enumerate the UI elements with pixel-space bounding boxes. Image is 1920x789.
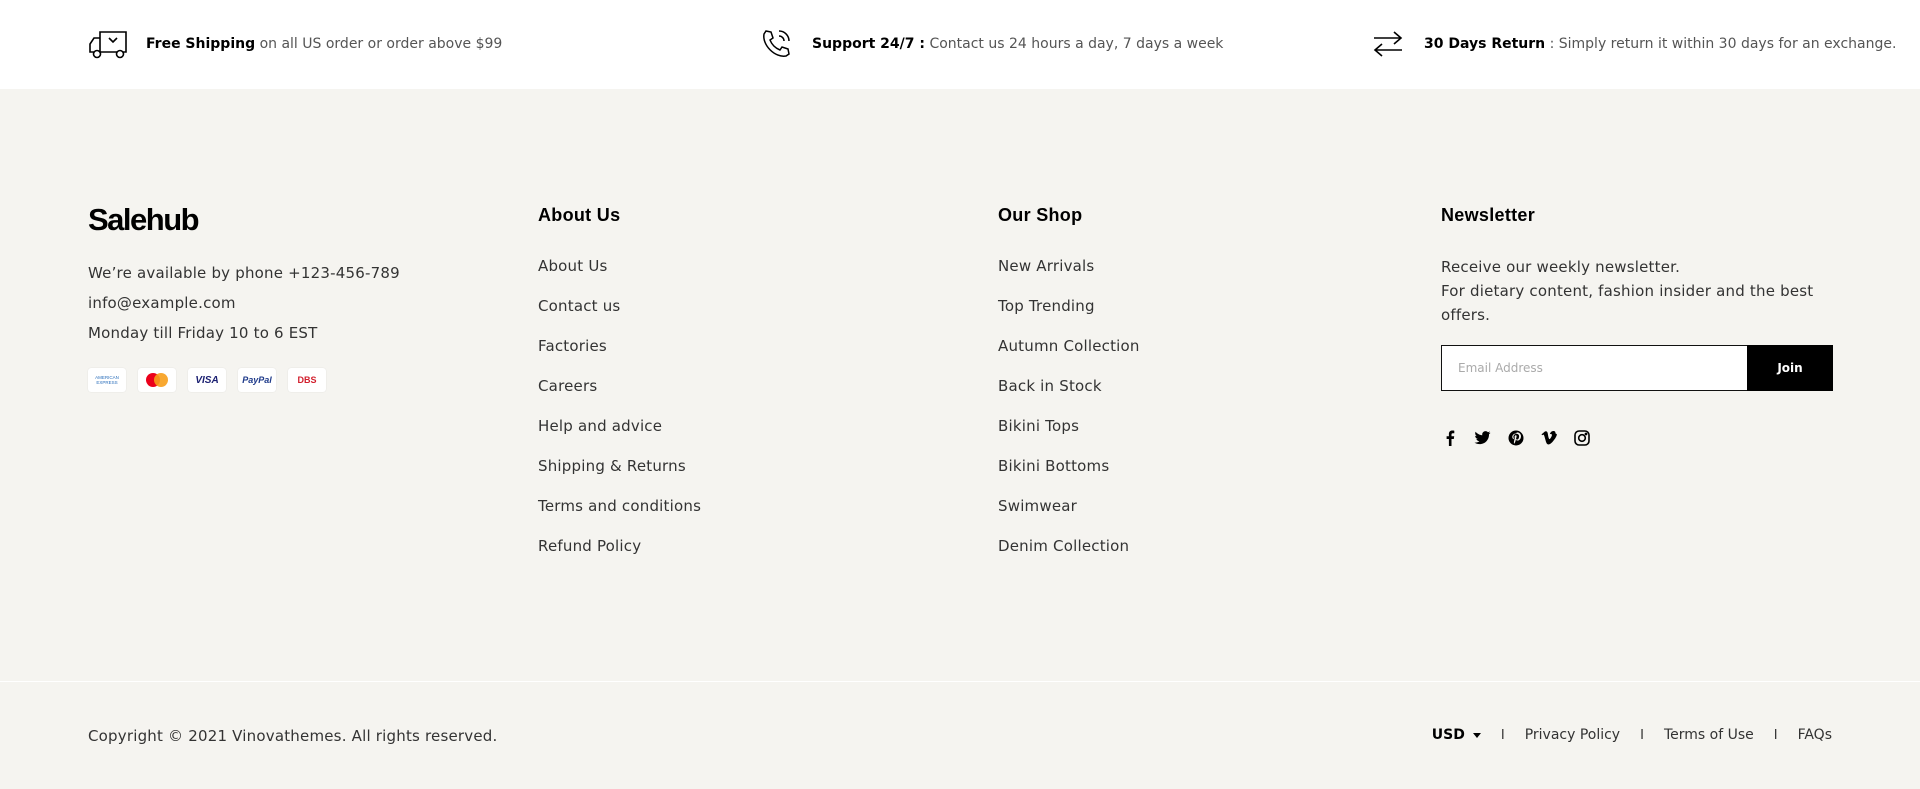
- brand-email[interactable]: info@example.com: [88, 288, 488, 318]
- link-text[interactable]: Terms and conditions: [538, 497, 701, 515]
- brand-phone: We’re available by phone +123-456-789: [88, 264, 400, 282]
- faqs-link[interactable]: FAQs: [1798, 727, 1832, 743]
- footer-bottom-bar: Copyright © 2021 Vinovathemes. All right…: [0, 681, 1920, 789]
- email-field[interactable]: [1441, 345, 1747, 391]
- footer-link-bikini-bottoms[interactable]: Bikini Bottoms: [998, 457, 1140, 497]
- separator: I: [1640, 727, 1644, 743]
- return-arrows-icon: [1366, 26, 1410, 62]
- features-bar: Free Shipping on all US order or order a…: [0, 0, 1920, 89]
- amex-label: AMERICAN EXPRESS: [95, 375, 119, 385]
- about-links: About Us Contact us Factories Careers He…: [538, 257, 701, 577]
- join-button[interactable]: Join: [1747, 345, 1833, 391]
- mastercard-icon: [138, 368, 176, 392]
- visa-card-icon: VISA: [188, 368, 226, 392]
- link-text[interactable]: About Us: [538, 257, 608, 275]
- footer-bottom-links: USD I Privacy Policy I Terms of Use I FA…: [1432, 727, 1832, 743]
- link-text[interactable]: Autumn Collection: [998, 337, 1140, 355]
- separator: I: [1500, 727, 1505, 743]
- payment-methods: AMERICAN EXPRESS VISA PayPal DBS: [88, 368, 488, 392]
- shop-title: Our Shop: [998, 205, 1083, 225]
- separator: I: [1773, 727, 1778, 743]
- footer-link-back-in-stock[interactable]: Back in Stock: [998, 377, 1140, 417]
- privacy-policy-link[interactable]: Privacy Policy: [1525, 727, 1620, 743]
- feature-title: Support 24/7 :: [812, 36, 925, 52]
- link-text[interactable]: Help and advice: [538, 417, 662, 435]
- link-text[interactable]: Top Trending: [998, 297, 1095, 315]
- about-column: About Us About Us Contact us Factories C…: [538, 203, 701, 577]
- link-text[interactable]: Factories: [538, 337, 607, 355]
- footer-link-terms[interactable]: Terms and conditions: [538, 497, 701, 537]
- currency-value: USD: [1431, 727, 1465, 743]
- link-text[interactable]: Denim Collection: [998, 537, 1129, 555]
- dbs-card-icon: DBS: [288, 368, 326, 392]
- visa-label: VISA: [195, 374, 219, 386]
- footer-link-autumn[interactable]: Autumn Collection: [998, 337, 1140, 377]
- paypal-label: PayPal: [242, 375, 272, 385]
- footer-link-denim[interactable]: Denim Collection: [998, 537, 1140, 577]
- amex-card-icon: AMERICAN EXPRESS: [88, 368, 126, 392]
- newsletter-line-1: Receive our weekly newsletter.: [1441, 258, 1681, 276]
- facebook-icon[interactable]: [1441, 429, 1458, 446]
- feature-text: Contact us 24 hours a day, 7 days a week: [925, 36, 1224, 52]
- brand-column: Salehub We’re available by phone +123-45…: [88, 204, 488, 392]
- footer-link-refund[interactable]: Refund Policy: [538, 537, 701, 577]
- chevron-down-icon: [1472, 732, 1481, 738]
- link-text[interactable]: Bikini Bottoms: [998, 457, 1109, 475]
- footer-link-about-us[interactable]: About Us: [538, 257, 701, 297]
- footer-link-new-arrivals[interactable]: New Arrivals: [998, 257, 1140, 297]
- newsletter-column: Newsletter Receive our weekly newsletter…: [1441, 203, 1833, 446]
- footer-link-swimwear[interactable]: Swimwear: [998, 497, 1140, 537]
- footer-link-shipping-returns[interactable]: Shipping & Returns: [538, 457, 701, 497]
- link-text[interactable]: New Arrivals: [998, 257, 1094, 275]
- shop-links: New Arrivals Top Trending Autumn Collect…: [998, 257, 1140, 577]
- about-title: About Us: [538, 205, 621, 225]
- brand-logo[interactable]: Salehub: [88, 204, 488, 235]
- pinterest-icon[interactable]: [1507, 429, 1524, 446]
- social-links: [1441, 429, 1833, 446]
- footer-link-factories[interactable]: Factories: [538, 337, 701, 377]
- link-text[interactable]: Back in Stock: [998, 377, 1102, 395]
- brand-hours: Monday till Friday 10 to 6 EST: [88, 324, 318, 342]
- currency-selector[interactable]: USD: [1432, 727, 1481, 743]
- shop-column: Our Shop New Arrivals Top Trending Autum…: [998, 203, 1140, 577]
- instagram-icon[interactable]: [1573, 429, 1590, 446]
- phone-icon: [754, 26, 798, 62]
- link-text[interactable]: Contact us: [538, 297, 620, 315]
- truck-icon: [88, 26, 132, 62]
- footer-link-bikini-tops[interactable]: Bikini Tops: [998, 417, 1140, 457]
- feature-text: : Simply return it within 30 days for an…: [1545, 36, 1897, 52]
- link-text[interactable]: Careers: [538, 377, 597, 395]
- twitter-icon[interactable]: [1474, 429, 1491, 446]
- feature-title: 30 Days Return: [1424, 36, 1546, 52]
- terms-of-use-link[interactable]: Terms of Use: [1664, 727, 1754, 743]
- vimeo-icon[interactable]: [1540, 429, 1557, 446]
- footer-link-careers[interactable]: Careers: [538, 377, 701, 417]
- feature-text: on all US order or order above $99: [255, 36, 503, 52]
- feature-free-shipping: Free Shipping on all US order or order a…: [88, 26, 502, 62]
- dbs-label: DBS: [297, 375, 317, 385]
- newsletter-line-2: For dietary content, fashion insider and…: [1441, 282, 1814, 324]
- link-text[interactable]: Bikini Tops: [998, 417, 1079, 435]
- copyright-text: Copyright © 2021 Vinovathemes. All right…: [88, 727, 498, 745]
- link-text[interactable]: Swimwear: [998, 497, 1077, 515]
- footer-link-help[interactable]: Help and advice: [538, 417, 701, 457]
- feature-returns: 30 Days Return : Simply return it within…: [1366, 26, 1896, 62]
- footer-main: Salehub We’re available by phone +123-45…: [0, 89, 1920, 681]
- paypal-card-icon: PayPal: [238, 368, 276, 392]
- feature-support: Support 24/7 : Contact us 24 hours a day…: [754, 26, 1223, 62]
- link-text[interactable]: Shipping & Returns: [538, 457, 686, 475]
- newsletter-description: Receive our weekly newsletter. For dieta…: [1441, 255, 1833, 327]
- newsletter-form: Join: [1441, 345, 1833, 391]
- link-text[interactable]: Refund Policy: [538, 537, 641, 555]
- footer-link-top-trending[interactable]: Top Trending: [998, 297, 1140, 337]
- newsletter-title: Newsletter: [1441, 205, 1536, 225]
- footer-link-contact-us[interactable]: Contact us: [538, 297, 701, 337]
- feature-title: Free Shipping: [146, 36, 256, 52]
